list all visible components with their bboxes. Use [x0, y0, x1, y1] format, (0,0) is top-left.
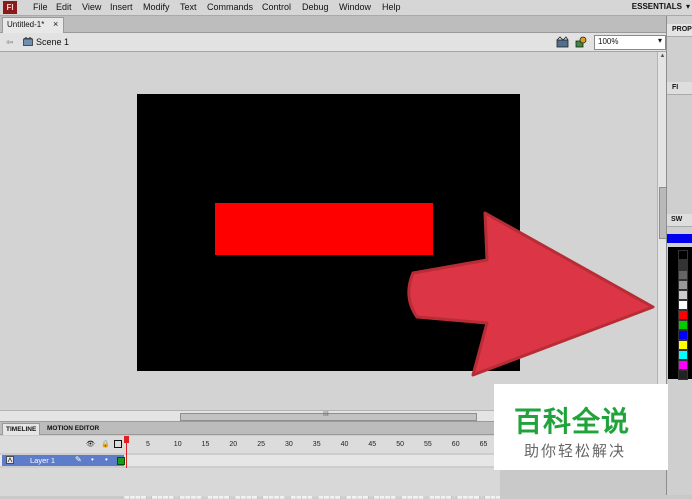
color-swatch[interactable]	[678, 250, 688, 260]
timeline-header: 👁 🔒 51015202530354045505560657075	[0, 436, 543, 453]
swatches-label: SW	[671, 216, 683, 223]
color-swatch[interactable]	[678, 260, 688, 270]
tab-timeline[interactable]: TIMELINE	[2, 423, 41, 435]
watermark-title: 百科全说	[514, 406, 631, 437]
frame-number: 15	[201, 441, 210, 448]
eye-icon[interactable]: 👁	[86, 440, 95, 448]
menu-text[interactable]: Text	[180, 2, 197, 12]
properties-panel-header[interactable]: PROP	[667, 24, 692, 37]
chevron-down-icon[interactable]: ▾	[686, 2, 690, 11]
filters-label: FI	[672, 84, 679, 91]
edit-symbol-icon[interactable]	[575, 36, 588, 48]
scene-label[interactable]: Scene 1	[36, 37, 69, 47]
scene-icon	[23, 37, 33, 46]
pencil-icon: ✎	[75, 455, 82, 464]
document-tab-bar: Untitled-1* ×	[0, 16, 666, 33]
layer-icon	[6, 456, 14, 464]
lock-dot[interactable]: •	[105, 455, 108, 464]
frame-number: 40	[340, 441, 349, 448]
frame-number: 20	[229, 441, 238, 448]
menu-bar: Fl ESSENTIALS ▾ File Edit View Insert Modify…	[0, 0, 692, 16]
menu-file[interactable]: File	[33, 2, 48, 12]
close-icon[interactable]: ×	[53, 19, 58, 29]
color-swatch[interactable]	[678, 270, 688, 280]
color-swatch[interactable]	[678, 350, 688, 360]
menu-debug[interactable]: Debug	[302, 2, 329, 12]
timeline-tab-bar: TIMELINE MOTION EDITOR	[0, 422, 500, 435]
frame-number: 30	[285, 441, 293, 448]
timeline-panel: TIMELINE MOTION EDITOR 👁 🔒 5 10 15 20 25 30 35…	[0, 421, 543, 499]
edit-scene-icon[interactable]	[556, 36, 569, 48]
frame-number: 50	[396, 441, 404, 448]
timeline-footer	[0, 468, 500, 496]
color-swatch[interactable]	[678, 300, 688, 310]
watermark: 百科全说 助你轻松解决	[494, 384, 668, 470]
color-swatch[interactable]	[678, 280, 688, 290]
tab-motion-editor[interactable]: MOTION EDITOR	[44, 423, 102, 434]
chevron-down-icon[interactable]: ▾	[658, 36, 662, 45]
properties-label: PROP	[672, 26, 692, 33]
frame-number: 10	[173, 441, 182, 448]
color-swatch[interactable]	[678, 340, 688, 350]
app-logo: Fl	[3, 1, 17, 14]
swatches-panel	[668, 247, 692, 380]
zoom-value: 100%	[598, 37, 619, 46]
color-swatch[interactable]	[678, 360, 688, 370]
color-swatch[interactable]	[678, 330, 688, 340]
horizontal-scroll-thumb[interactable]: III	[180, 411, 477, 421]
layer-1[interactable]: Layer 1 ✎ • •	[2, 455, 125, 466]
document-tab[interactable]: Untitled-1* ×	[2, 17, 64, 33]
menu-window[interactable]: Window	[339, 2, 371, 12]
frame-number: 45	[368, 441, 377, 448]
menu-edit[interactable]: Edit	[56, 2, 72, 12]
document-tab-label: Untitled-1*	[7, 20, 45, 29]
zoom-select[interactable]: 100% ▾	[594, 35, 666, 50]
color-swatch[interactable]	[678, 320, 688, 330]
selected-color-bar[interactable]	[667, 234, 692, 243]
color-swatch[interactable]	[678, 310, 688, 320]
watermark-subtitle: 助你轻松解决	[524, 443, 627, 460]
red-arrow-annotation	[407, 211, 655, 377]
filters-section-header[interactable]: FI	[667, 82, 692, 95]
swatches-section-header[interactable]: SW	[667, 214, 692, 227]
lock-icon[interactable]: 🔒	[101, 440, 110, 448]
menu-insert[interactable]: Insert	[110, 2, 133, 12]
outline-icon[interactable]	[114, 440, 122, 448]
frame-number: 60	[451, 441, 460, 448]
visibility-dot[interactable]: •	[91, 455, 94, 464]
menu-help[interactable]: Help	[382, 2, 401, 12]
menu-modify[interactable]: Modify	[143, 2, 170, 12]
color-swatch[interactable]	[678, 290, 688, 300]
layer-row[interactable]: Layer 1 ✎ • •	[0, 455, 500, 499]
frame-number: 25	[257, 441, 265, 448]
menu-control[interactable]: Control	[262, 2, 291, 12]
scroll-grip-icon: III	[323, 411, 329, 418]
right-panel: PROP FI SW	[666, 16, 692, 495]
edit-bar: ⇦ Scene 1 100% ▾	[0, 33, 666, 52]
frame-number: 55	[424, 441, 432, 448]
color-swatch[interactable]	[678, 370, 688, 380]
frame-number: 5	[146, 441, 150, 448]
menu-view[interactable]: View	[82, 2, 101, 12]
frame-number: 35	[312, 441, 321, 448]
menu-commands[interactable]: Commands	[207, 2, 253, 12]
layer-name: Layer 1	[30, 456, 56, 465]
workspace-switcher[interactable]: ESSENTIALS	[632, 2, 682, 11]
back-arrow-icon[interactable]: ⇦	[6, 37, 14, 48]
frame-number: 65	[479, 441, 488, 448]
